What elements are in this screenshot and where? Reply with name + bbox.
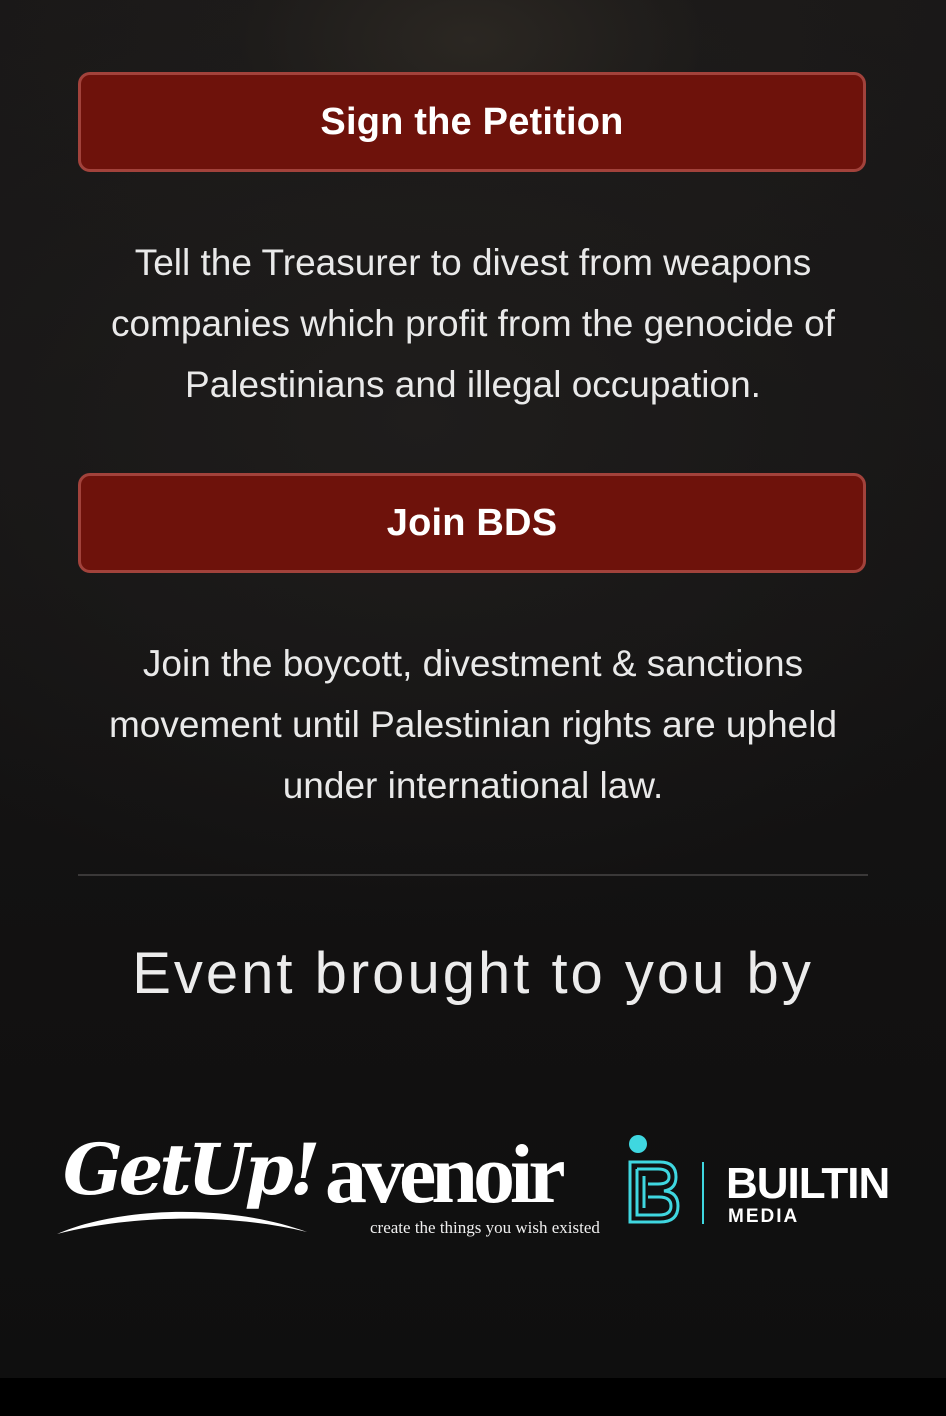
getup-logo[interactable]: GetUp! xyxy=(55,1120,320,1240)
builtin-media-logo[interactable]: BUILTIN MEDIA xyxy=(626,1132,916,1242)
builtin-wordmark: BUILTIN xyxy=(726,1159,890,1208)
join-bds-button[interactable]: Join BDS xyxy=(78,473,866,573)
sponsor-logos: GetUp! avenoir create the things you wis… xyxy=(0,1120,946,1250)
logo-separator xyxy=(702,1162,704,1224)
getup-swoosh-icon xyxy=(57,1211,307,1234)
page: Sign the Petition Tell the Treasurer to … xyxy=(0,0,946,1378)
avenoir-tagline: create the things you wish existed xyxy=(370,1218,600,1237)
sign-petition-button[interactable]: Sign the Petition xyxy=(78,72,866,172)
sponsors-heading: Event brought to you by xyxy=(132,941,814,1006)
bds-description: Join the boycott, divestment & sanctions… xyxy=(108,643,838,806)
avenoir-logo[interactable]: avenoir create the things you wish exist… xyxy=(325,1130,625,1240)
cut-off-text-fragment xyxy=(500,0,620,6)
builtin-media-subtitle: MEDIA xyxy=(728,1206,800,1227)
builtin-b-mark-icon xyxy=(628,1135,680,1224)
petition-description: Tell the Treasurer to divest from weapon… xyxy=(111,242,835,405)
section-divider xyxy=(78,874,868,876)
avenoir-logo-wordmark: avenoir xyxy=(325,1128,566,1221)
bottom-bar xyxy=(0,1378,946,1416)
